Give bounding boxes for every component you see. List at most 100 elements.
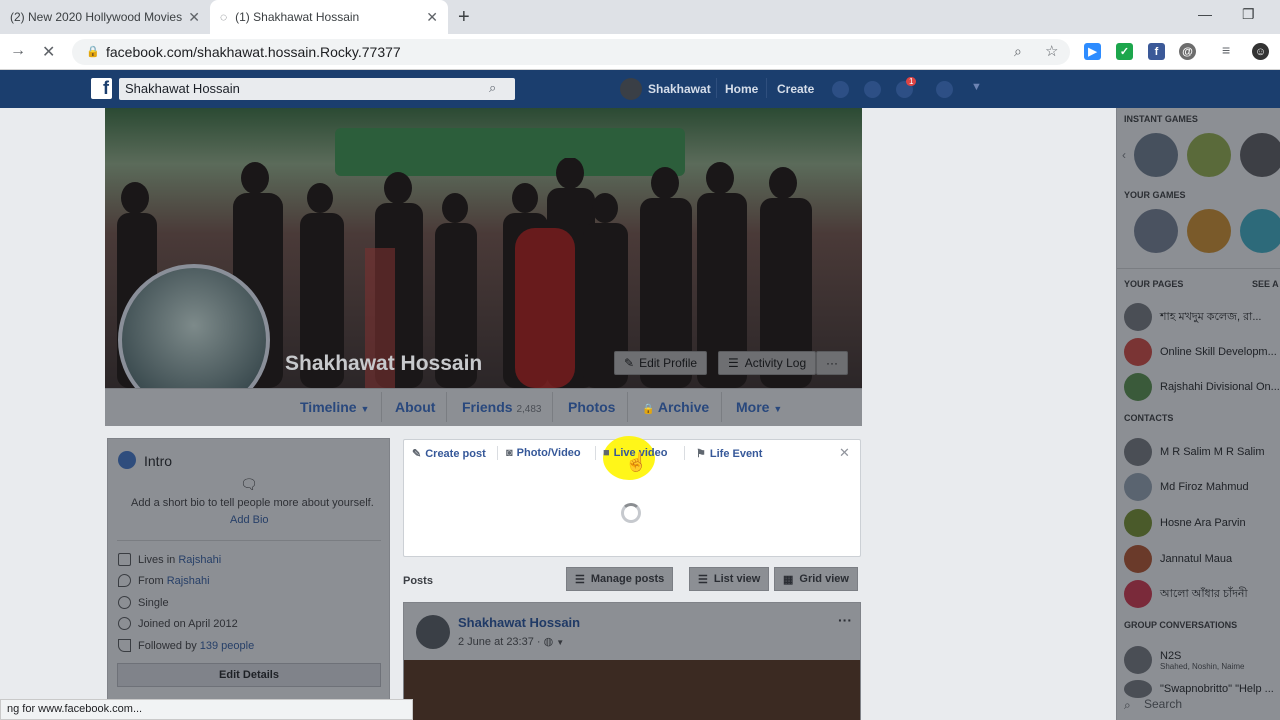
page-item[interactable]: Online Skill Developm... bbox=[1124, 338, 1277, 366]
close-icon[interactable]: ✕ bbox=[188, 9, 200, 26]
followers-link[interactable]: 139 people bbox=[200, 640, 254, 652]
contact-item[interactable]: M R Salim M R Salim bbox=[1124, 438, 1265, 466]
tab-more[interactable]: More ▼ bbox=[736, 399, 782, 415]
tab-timeline[interactable]: Timeline ▼ bbox=[300, 399, 369, 415]
facebook-extension-icon[interactable]: f bbox=[1148, 43, 1165, 60]
more-options-button[interactable]: ··· bbox=[816, 351, 848, 375]
from-prefix: From bbox=[138, 575, 167, 587]
url-text[interactable]: facebook.com/shakhawat.hossain.Rocky.773… bbox=[106, 44, 401, 60]
group-item[interactable]: N2S Shahed, Noshin, Naime bbox=[1124, 645, 1245, 675]
contact-avatar bbox=[1124, 438, 1152, 466]
game-thumbnail[interactable] bbox=[1240, 133, 1280, 177]
edit-profile-button[interactable]: ✎ Edit Profile bbox=[614, 351, 708, 375]
lock-icon: 🔒 bbox=[642, 404, 655, 415]
loading-spinner-icon: ◌ bbox=[220, 10, 228, 24]
lock-icon[interactable]: 🔒 bbox=[86, 45, 100, 58]
post-date[interactable]: 2 June at 23:37 · ◍ ▼ bbox=[458, 635, 564, 648]
game-thumbnail[interactable] bbox=[1134, 133, 1178, 177]
activity-log-button[interactable]: ☰ Activity Log bbox=[718, 351, 817, 375]
close-icon[interactable]: ✕ bbox=[839, 445, 850, 461]
maximize-button[interactable]: ❐ bbox=[1242, 6, 1255, 23]
contact-avatar bbox=[1124, 545, 1152, 573]
page-item[interactable]: শাহ মখদুম কলেজ, রা... bbox=[1124, 303, 1261, 331]
divider bbox=[595, 446, 596, 460]
friend-requests-icon[interactable] bbox=[832, 81, 849, 98]
relationship-status: Single bbox=[138, 597, 169, 609]
list-icon: ☰ bbox=[698, 573, 708, 586]
profile-name[interactable]: Shakhawat Hossain bbox=[285, 352, 482, 376]
tab-friends[interactable]: Friends 2,483 bbox=[462, 399, 542, 415]
friends-count: 2,483 bbox=[516, 404, 542, 415]
divider bbox=[497, 446, 498, 460]
contact-item[interactable]: Jannatul Maua bbox=[1124, 545, 1232, 573]
divider bbox=[117, 540, 381, 541]
group-item[interactable]: "Swapnobritto" "Help ... bbox=[1124, 680, 1274, 698]
create-post-tab[interactable]: ✎ Create post bbox=[412, 447, 486, 461]
bookmark-star-icon[interactable]: ☆ bbox=[1045, 42, 1058, 60]
account-menu-icon[interactable]: ▼ bbox=[971, 81, 982, 93]
contact-avatar bbox=[1124, 509, 1152, 537]
tab-hollywood-movies[interactable]: (2) New 2020 Hollywood Movies ✕ bbox=[0, 0, 210, 34]
edit-details-button[interactable]: Edit Details bbox=[117, 663, 381, 687]
hand-cursor-icon: ☝ bbox=[625, 452, 648, 472]
search-icon[interactable]: ⌕ bbox=[489, 80, 496, 96]
stop-loading-icon[interactable]: ✕ bbox=[42, 42, 55, 62]
new-tab-button[interactable]: + bbox=[458, 6, 470, 29]
grid-view-button[interactable]: ▦ Grid view bbox=[774, 567, 858, 591]
profile-avatar-icon[interactable]: ☺ bbox=[1252, 43, 1269, 60]
post-options-icon[interactable]: ··· bbox=[838, 612, 852, 628]
page-item[interactable]: Rajshahi Divisional On... bbox=[1124, 373, 1280, 401]
page-avatar bbox=[1124, 373, 1152, 401]
minimize-button[interactable]: — bbox=[1198, 6, 1212, 22]
search-icon: ⌕ bbox=[1124, 698, 1131, 712]
video-camera-icon: ■ bbox=[603, 447, 610, 459]
tab-about[interactable]: About bbox=[395, 399, 435, 415]
divider bbox=[552, 392, 553, 422]
game-thumbnail[interactable] bbox=[1240, 209, 1280, 253]
tab-photos[interactable]: Photos bbox=[568, 399, 615, 415]
posts-label: Posts bbox=[403, 575, 433, 587]
game-thumbnail[interactable] bbox=[1187, 133, 1231, 177]
lives-in-row: Lives in Rajshahi bbox=[138, 554, 221, 566]
extension-icon[interactable]: @ bbox=[1179, 43, 1196, 60]
messenger-icon[interactable] bbox=[864, 81, 881, 98]
rss-icon bbox=[118, 639, 131, 652]
close-icon[interactable]: ✕ bbox=[426, 9, 438, 26]
life-event-tab[interactable]: ⚑ Life Event bbox=[696, 447, 762, 461]
facebook-search-input[interactable]: Shakhawat Hossain bbox=[119, 78, 515, 100]
game-thumbnail[interactable] bbox=[1134, 209, 1178, 253]
post-image[interactable] bbox=[404, 660, 860, 720]
add-bio-link[interactable]: Add Bio bbox=[230, 514, 269, 526]
create-post-label: Create post bbox=[425, 447, 486, 460]
nav-home[interactable]: Home bbox=[725, 82, 758, 96]
contact-item[interactable]: Hosne Ara Parvin bbox=[1124, 509, 1246, 537]
see-all-link[interactable]: SEE A bbox=[1252, 279, 1279, 289]
media-control-icon[interactable]: ≡ bbox=[1222, 42, 1230, 58]
nav-create[interactable]: Create bbox=[777, 82, 814, 96]
contact-item[interactable]: Md Firoz Mahmud bbox=[1124, 473, 1249, 501]
help-icon[interactable] bbox=[936, 81, 953, 98]
heart-icon bbox=[118, 596, 131, 609]
contact-item[interactable]: আলো আঁধার চাঁদনী bbox=[1124, 580, 1248, 608]
lives-in-link[interactable]: Rajshahi bbox=[178, 554, 221, 566]
photo-video-tab[interactable]: ◙ Photo/Video bbox=[506, 447, 581, 459]
divider bbox=[381, 392, 382, 422]
zoom-extension-icon[interactable]: ▶ bbox=[1084, 43, 1101, 60]
forward-icon[interactable]: → bbox=[10, 42, 26, 60]
nav-user[interactable]: Shakhawat bbox=[648, 82, 711, 96]
zoom-icon[interactable]: ⌕ bbox=[1014, 43, 1022, 60]
post-author-name[interactable]: Shakhawat Hossain bbox=[458, 615, 580, 630]
list-view-button[interactable]: ☰ List view bbox=[689, 567, 770, 591]
manage-posts-button[interactable]: ☰ Manage posts bbox=[566, 567, 674, 591]
from-link[interactable]: Rajshahi bbox=[167, 575, 210, 587]
tab-archive[interactable]: 🔒 Archive bbox=[642, 399, 709, 415]
whatsapp-extension-icon[interactable]: ✓ bbox=[1116, 43, 1133, 60]
facebook-logo-icon[interactable]: f bbox=[91, 78, 112, 99]
game-thumbnail[interactable] bbox=[1187, 209, 1231, 253]
user-avatar[interactable] bbox=[620, 78, 642, 100]
post-author-avatar[interactable] bbox=[416, 615, 450, 649]
chat-search-input[interactable]: Search bbox=[1144, 697, 1182, 711]
group-name: "Swapnobritto" "Help ... bbox=[1160, 683, 1274, 695]
chevron-left-icon[interactable]: ‹ bbox=[1122, 148, 1126, 162]
tab-shakhawat-hossain[interactable]: ◌ (1) Shakhawat Hossain ✕ bbox=[210, 0, 448, 34]
